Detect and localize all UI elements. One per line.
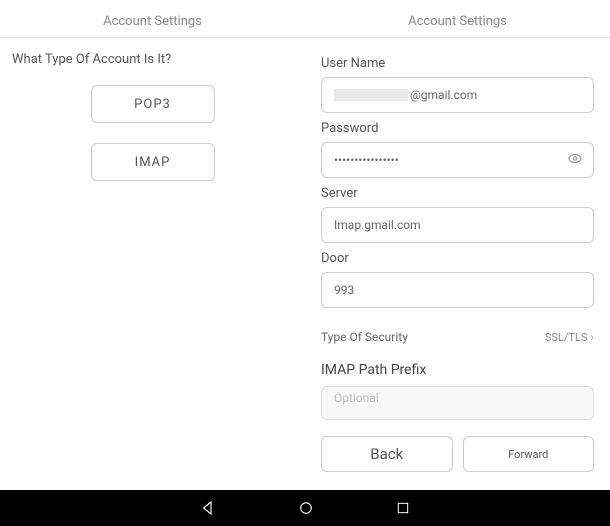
security-value: SSL/TLS › <box>545 330 594 344</box>
server-label: Server <box>321 186 594 201</box>
username-domain: @gmail.com <box>410 88 477 102</box>
door-label: Door <box>321 251 594 266</box>
password-value: •••••••••••••••• <box>334 153 399 167</box>
nav-back-icon[interactable] <box>199 499 217 517</box>
password-label: Password <box>321 121 594 136</box>
nav-home-icon[interactable] <box>297 499 315 517</box>
android-nav-bar <box>0 490 610 526</box>
door-field[interactable] <box>321 272 594 308</box>
pop3-button[interactable]: POP3 <box>91 85 215 123</box>
account-type-question: What Type Of Account Is It? <box>12 52 293 67</box>
forward-button[interactable]: Forward <box>463 436 595 472</box>
door-input[interactable] <box>334 283 581 297</box>
left-panel: Account Settings What Type Of Account Is… <box>0 0 305 490</box>
imap-prefix-label: IMAP Path Prefix <box>321 362 594 378</box>
nav-recent-icon[interactable] <box>395 500 411 516</box>
security-row[interactable]: Type Of Security SSL/TLS › <box>321 330 594 344</box>
server-field[interactable] <box>321 207 594 243</box>
left-header: Account Settings <box>0 0 305 38</box>
server-input[interactable] <box>334 218 581 232</box>
password-field[interactable]: •••••••••••••••• <box>321 142 594 178</box>
right-header: Account Settings <box>305 0 610 38</box>
username-obscured <box>334 89 408 101</box>
imap-button[interactable]: IMAP <box>91 143 215 181</box>
imap-prefix-input[interactable] <box>334 391 581 405</box>
right-panel: Account Settings User Name @gmail.com Pa… <box>305 0 610 490</box>
username-label: User Name <box>321 56 594 71</box>
back-button[interactable]: Back <box>321 436 453 472</box>
chevron-right-icon: › <box>590 330 594 344</box>
username-field[interactable]: @gmail.com <box>321 77 594 113</box>
imap-prefix-field[interactable] <box>321 386 594 420</box>
eye-icon[interactable] <box>567 151 583 170</box>
security-label: Type Of Security <box>321 330 408 344</box>
